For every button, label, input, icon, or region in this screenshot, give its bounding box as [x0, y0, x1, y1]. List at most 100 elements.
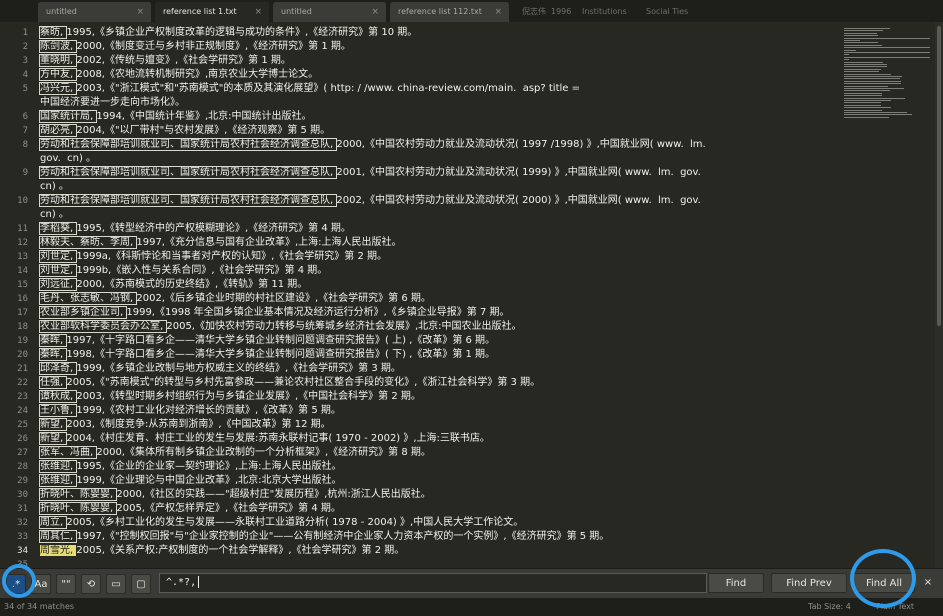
line-number: 16	[17, 294, 28, 304]
editor-line[interactable]: 20 秦晖, 1998,《十字路口看乡企——清华大学乡镇企业转制问题调查研究报告》…	[0, 348, 838, 362]
minimap-line	[844, 78, 900, 80]
editor-line[interactable]: 19 秦晖, 1997,《十字路口看乡企——清华大学乡镇企业转制问题调查研究报告》…	[0, 334, 838, 348]
line-number: 32	[17, 518, 28, 528]
line-text: 冯兴元, 2003,《"浙江模式"和"苏南模式"的本质及其演化展望》( http…	[38, 82, 580, 96]
editor-line[interactable]: 17 农业部乡镇企业司, 1999,《1998 年全国乡镇企业基本情况及经济运行分…	[0, 306, 838, 320]
editor-line[interactable]: 29 张维迎, 1999,《企业理论与中国企业改革》,北京:北京大学出版社。	[0, 474, 838, 488]
tab-reference-list-1[interactable]: reference list 1.txt ×	[155, 2, 270, 22]
line-content: 1999,《1998 年全国乡镇企业基本情况及经济运行分析》,《乡镇企业导报》第…	[126, 307, 510, 318]
minimap-line	[844, 88, 904, 89]
line-text: 中国经济要进一步走向市场化》。	[40, 96, 185, 110]
find-match-highlight: 胡必亮,	[38, 124, 78, 137]
editor-line[interactable]: cn) 。	[0, 180, 838, 194]
tab-close-icon[interactable]: ×	[254, 2, 262, 22]
find-match-highlight: 张军、冯曲,	[38, 446, 98, 459]
editor-line[interactable]: gov. cn) 。	[0, 152, 838, 166]
editor-line[interactable]: 2 陈剑波, 2000,《制度变迁与乡村非正规制度》,《经济研究》第 1 期。	[0, 40, 838, 54]
tab-untitled-1[interactable]: untitled ×	[38, 2, 152, 22]
editor-line[interactable]: 32 周立, 2005,《乡村工业化的发生与发展——永联村工业道路分析( 1978…	[0, 516, 838, 530]
editor-line[interactable]: 9 劳动和社会保障部培训就业司、国家统计局农村社会经济调查总队, 2001,《中国…	[0, 166, 838, 180]
editor-line[interactable]: 12 林毅夫、蔡昉、李周, 1997,《充分信息与国有企业改革》,上海:上海人民出…	[0, 236, 838, 250]
find-match-highlight: 周其仁,	[38, 530, 78, 543]
editor-line[interactable]: 1 蔡昉, 1995,《乡镇企业产权制度改革的逻辑与成功的条件》,《经济研究》第 …	[0, 26, 838, 40]
line-content: 2005,《加快农村劳动力转移与统筹城乡经济社会发展》,北京:中国农业出版社。	[166, 321, 522, 332]
tab-bar: untitled × reference list 1.txt × untitled…	[0, 0, 943, 22]
highlight-matches-toggle-button[interactable]: ▢	[131, 574, 151, 594]
annotation-circle-regex	[2, 564, 36, 598]
editor-line[interactable]: 24 王小鲁, 1999,《农村工业化对经济增长的贡献》,《改革》第 5 期。	[0, 404, 838, 418]
editor-line[interactable]: 34 周雪光, 2005,《关系产权:产权制度的一个社会学解释》,《社会学研究》第…	[0, 544, 838, 558]
editor-line[interactable]: 21 邱泽奇, 1999,《乡镇企业改制与地方权威主义的终结》,《社会学研究》第 …	[0, 362, 838, 376]
line-text: 李稻葵, 1995,《转型经济中的产权模糊理论》,《经济研究》第 4 期。	[38, 222, 351, 236]
editor-line[interactable]: 4 方中友, 2008,《农地流转机制研究》,南京农业大学博士论文。	[0, 68, 838, 82]
editor-line[interactable]: cn) 。	[0, 208, 838, 222]
line-text: 邱泽奇, 1999,《乡镇企业改制与地方权威主义的终结》,《社会学研究》第 3 …	[38, 362, 401, 376]
editor-line[interactable]: 18 农业部软科学委员会办公室, 2005,《加快农村劳动力转移与统筹城乡经济社会…	[0, 320, 838, 334]
line-text: 胡必亮, 2004,《"以厂带村"与农村发展》,《经济观察》第 5 期。	[38, 124, 330, 138]
find-button[interactable]: Find	[708, 573, 764, 593]
wrap-toggle-button[interactable]: ⟲	[81, 574, 101, 594]
tab-close-icon[interactable]: ×	[494, 2, 502, 22]
minimap-line	[844, 107, 892, 109]
editor-line[interactable]: 35	[0, 558, 838, 568]
minimap-line	[844, 104, 881, 106]
editor-line[interactable]: 7 胡必亮, 2004,《"以厂带村"与农村发展》,《经济观察》第 5 期。	[0, 124, 838, 138]
minimap-line	[844, 95, 882, 97]
editor-line[interactable]: 15 刘远征, 2000,《苏南模式的历史终结》,《转轨》第 11 期。	[0, 278, 838, 292]
editor-line[interactable]: 25 新望, 2003,《制度竞争:从苏南到浙南》,《中国改革》第 12 期。	[0, 418, 838, 432]
editor-line[interactable]: 33 周其仁, 1997,《"控制权回报"与"企业家控制的企业"——公有制经济中企…	[0, 530, 838, 544]
editor-text-area[interactable]: 1 蔡昉, 1995,《乡镇企业产权制度改革的逻辑与成功的条件》,《经济研究》第 …	[0, 22, 838, 568]
minimap-line	[844, 61, 883, 63]
line-content: 2005,《产权怎样界定》,《社会学研究》第 4 期。	[116, 503, 341, 514]
scrollbar[interactable]	[935, 22, 943, 568]
editor-line[interactable]: 16 毛丹、张志敏、冯钢, 2002,《后乡镇企业时期的村社区建设》,《社会学研究…	[0, 292, 838, 306]
editor-line[interactable]: 31 折晓叶、陈婴婴, 2005,《产权怎样界定》,《社会学研究》第 4 期。	[0, 502, 838, 516]
line-number: 34	[17, 546, 28, 556]
minimap[interactable]	[840, 22, 935, 122]
minimap-line	[844, 52, 930, 53]
line-content: 2003,《制度竞争:从苏南到浙南》,《中国改革》第 12 期。	[66, 419, 331, 430]
editor-line[interactable]: 8 劳动和社会保障部培训就业司、国家统计局农村社会经济调查总队, 2000,《中国…	[0, 138, 838, 152]
line-number: 29	[17, 476, 28, 486]
editor-line[interactable]: 22 任强, 2005,《"苏南模式"的转型与乡村先富参政——兼论农村社区整合手段…	[0, 376, 838, 390]
editor-line[interactable]: 3 董晓明, 2002,《传统与嬗变》,《社会学研究》第 1 期。	[0, 54, 838, 68]
line-content: cn) 。	[40, 209, 69, 220]
editor-line[interactable]: 28 张维迎, 1995,《企业的企业家—契约理论》,上海:上海人民出版社。	[0, 460, 838, 474]
tab-reference-list-112[interactable]: reference list 112.txt ×	[390, 2, 510, 22]
scrollbar-thumb[interactable]	[937, 26, 941, 326]
find-prev-button[interactable]: Find Prev	[771, 573, 847, 593]
editor-line[interactable]: 27 张军、冯曲, 2000,《集体所有制乡镇企业改制的一个分析框架》,《经济研究…	[0, 446, 838, 460]
in-selection-toggle-button[interactable]: ▭	[106, 574, 126, 594]
editor-line[interactable]: 23 谭秋成, 2003,《转型时期乡村组织行为与乡镇企业发展》,《中国社会科学》…	[0, 390, 838, 404]
editor-line[interactable]: 11 李稻葵, 1995,《转型经济中的产权模糊理论》,《经济研究》第 4 期。	[0, 222, 838, 236]
editor-line[interactable]: 6 国家统计局, 1994,《中国统计年鉴》,北京:中国统计出版社。	[0, 110, 838, 124]
tab-close-icon[interactable]: ×	[136, 2, 144, 22]
line-number: 2	[22, 42, 28, 52]
tab-untitled-2[interactable]: untitled ×	[273, 2, 387, 22]
minimap-line	[844, 59, 850, 61]
minimap-line	[844, 30, 883, 32]
minimap-line	[844, 92, 882, 94]
line-text: 董晓明, 2002,《传统与嬗变》,《社会学研究》第 1 期。	[38, 54, 291, 68]
whole-word-toggle-button[interactable]: ""	[56, 574, 76, 594]
editor-line[interactable]: 30 折晓叶、陈婴婴, 2000,《社区的实践——"超级村庄"发展历程》,杭州:浙…	[0, 488, 838, 502]
editor-line[interactable]: 26 新望, 2004,《村庄发育、村庄工业的发生与发展:苏南永联村记事( 197…	[0, 432, 838, 446]
line-text: 张维迎, 1999,《企业理论与中国企业改革》,北京:北京大学出版社。	[38, 474, 342, 488]
tab-close-icon[interactable]: ×	[371, 2, 379, 22]
line-text: 任强, 2005,《"苏南模式"的转型与乡村先富参政——兼论农村社区整合手段的变…	[38, 376, 540, 390]
status-tab-size[interactable]: Tab Size: 4	[808, 598, 851, 616]
editor-line[interactable]: 5 冯兴元, 2003,《"浙江模式"和"苏南模式"的本质及其演化展望》( htt…	[0, 82, 838, 96]
editor-line[interactable]: 中国经济要进一步走向市场化》。	[0, 96, 838, 110]
status-bar: 34 of 34 matches Tab Size: 4 Plain Text	[0, 598, 943, 616]
line-text: 新望, 2004,《村庄发育、村庄工业的发生与发展:苏南永联村记事( 1970 …	[38, 432, 490, 446]
close-find-icon[interactable]: ×	[920, 573, 936, 593]
find-input[interactable]: ^.*?,	[159, 573, 707, 593]
editor-line[interactable]: 10 劳动和社会保障部培训就业司、国家统计局农村社会经济调查总队, 2002,《中…	[0, 194, 838, 208]
status-match-count: 34 of 34 matches	[4, 602, 75, 611]
editor-line[interactable]: 14 刘世定, 1999b,《嵌入性与关系合同》,《社会学研究》第 4 期。	[0, 264, 838, 278]
editor-line[interactable]: 13 刘世定, 1999a,《科斯悖论和当事者对产权的认知》,《社会学研究》第 2…	[0, 250, 838, 264]
minimap-line	[844, 100, 892, 101]
minimap-line	[844, 85, 889, 87]
ghost-text: 1996	[551, 7, 572, 16]
find-match-highlight: 董晓明,	[38, 54, 78, 67]
